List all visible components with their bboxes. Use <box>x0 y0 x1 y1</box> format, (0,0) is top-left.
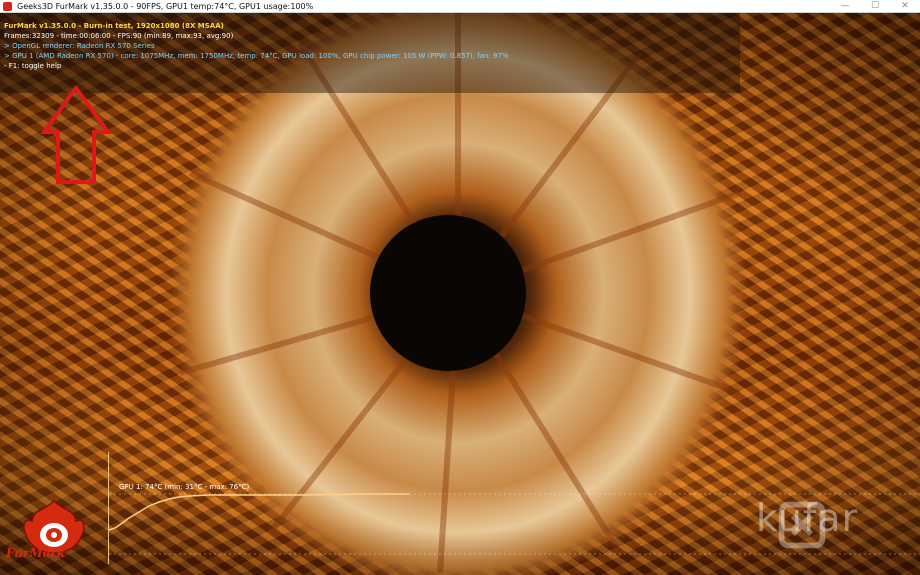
gpu-temp-label: GPU 1: 74°C (min: 31°C - max: 76°C) <box>119 483 250 491</box>
temp-line <box>109 493 409 531</box>
window-title-bar: Geeks3D FurMark v1.35.0.0 - 90FPS, GPU1 … <box>0 0 920 13</box>
furmark-logo-text: FurMark <box>6 546 66 560</box>
osd-frames-line: Frames:32309 - time:00:06:00 - FPS:90 (m… <box>4 32 234 40</box>
furmark-app-icon <box>3 1 12 11</box>
osd-renderer-line: > OpenGL renderer: Radeon RX 570 Series <box>4 42 155 50</box>
minimize-button[interactable]: — <box>830 0 860 12</box>
kufar-watermark-text: kufar <box>756 496 859 540</box>
osd-help-line: - F1: toggle help <box>4 62 62 70</box>
red-arrow-annotation <box>40 86 112 184</box>
window-controls: — ☐ ✕ <box>830 0 920 12</box>
close-button[interactable]: ✕ <box>890 0 920 12</box>
window-title: Geeks3D FurMark v1.35.0.0 - 90FPS, GPU1 … <box>17 1 314 11</box>
osd-gpu-line: > GPU 1 (AMD Radeon RX 570) - core: 1075… <box>4 52 509 60</box>
osd-panel: FurMark v1.35.0.0 - Burn-in test, 1920x1… <box>0 13 740 93</box>
maximize-button[interactable]: ☐ <box>860 0 890 12</box>
osd-title-line: FurMark v1.35.0.0 - Burn-in test, 1920x1… <box>4 22 224 30</box>
